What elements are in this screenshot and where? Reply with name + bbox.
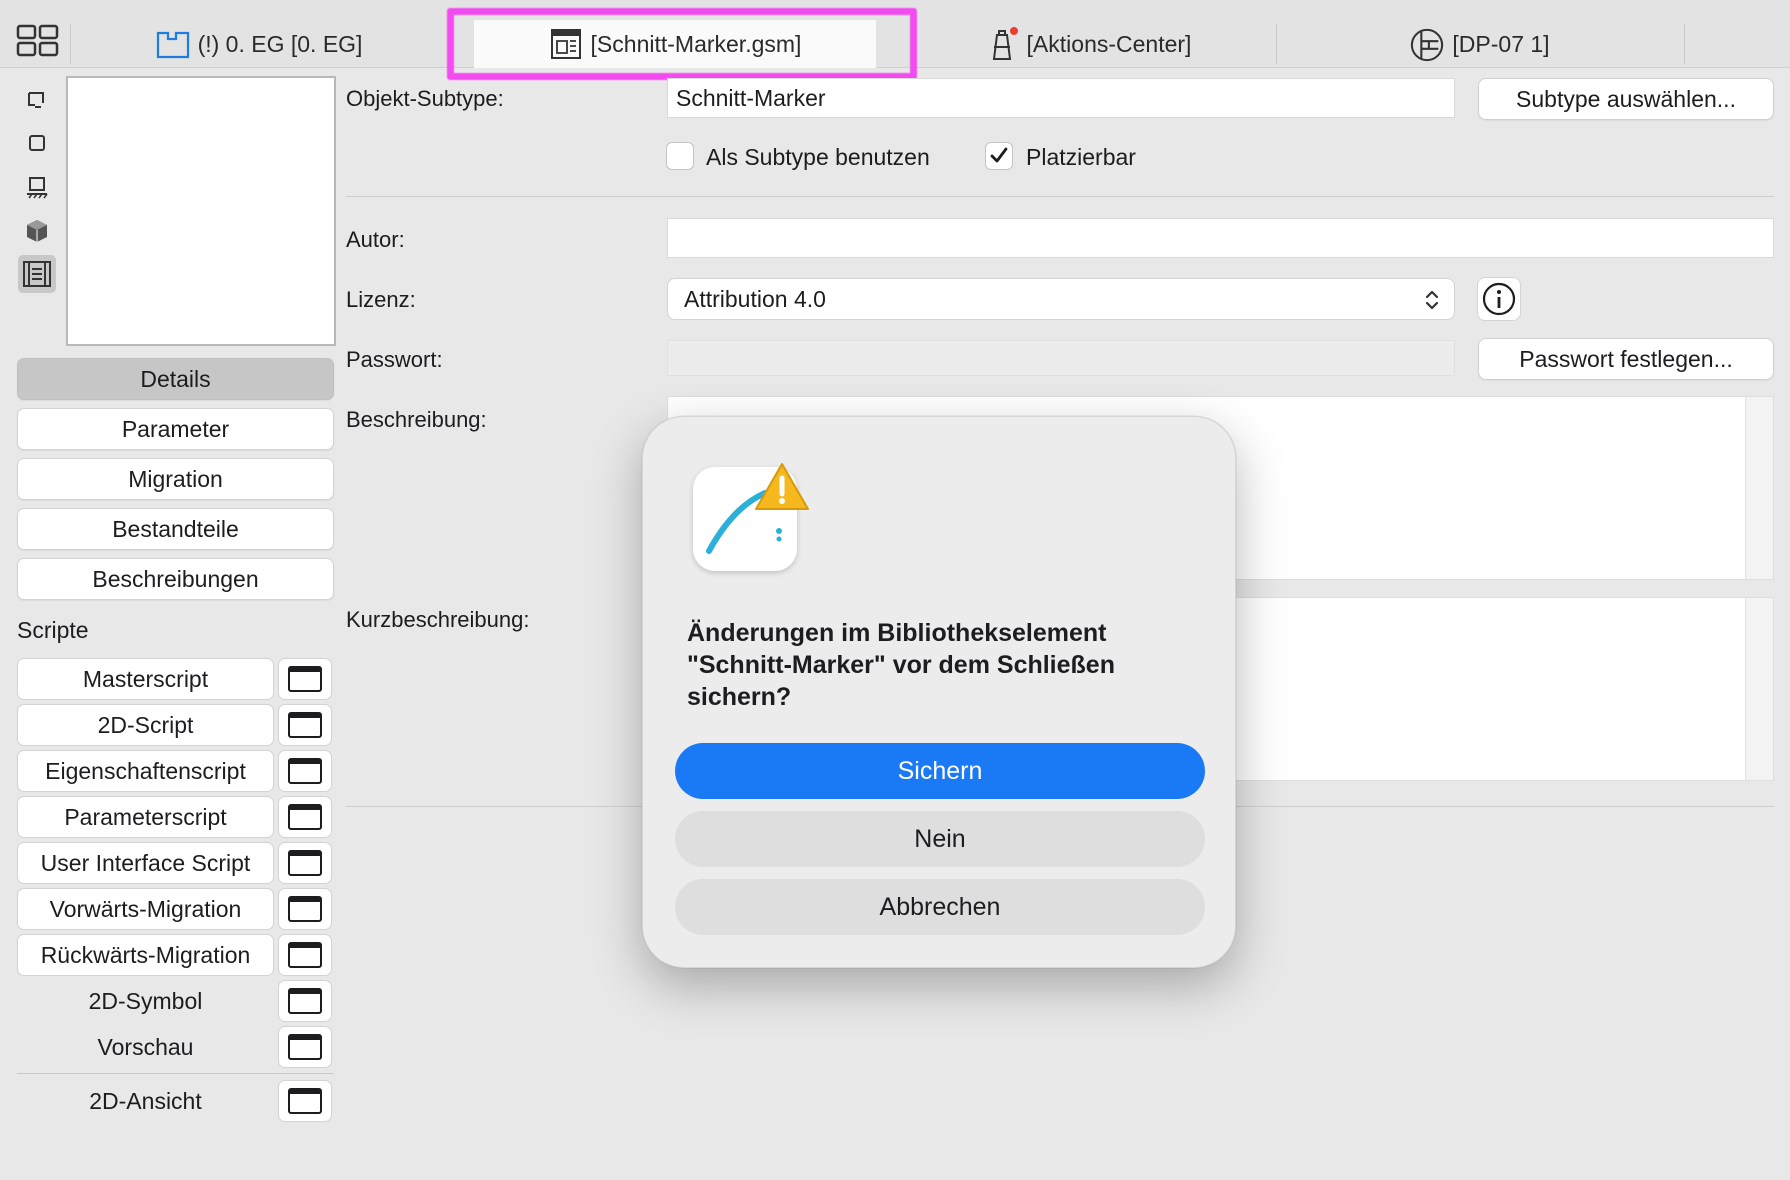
chevron-updown-icon (1425, 290, 1439, 310)
window-icon (288, 758, 322, 784)
window-icon (288, 988, 322, 1014)
open-window-button[interactable] (278, 796, 332, 838)
open-window-button[interactable] (278, 980, 332, 1022)
highlight-annotation (447, 8, 917, 80)
short-description-label: Kurzbeschreibung: (346, 607, 530, 632)
nav-migration[interactable]: Migration (17, 458, 334, 500)
tab-label: (!) 0. EG [0. EG] (197, 30, 363, 57)
placeable-checkbox[interactable] (985, 142, 1013, 170)
tab-label: [Aktions-Center] (1026, 30, 1192, 57)
save-changes-dialog: Änderungen im Bibliothekselement "Schnit… (642, 416, 1236, 968)
open-window-button[interactable] (278, 1080, 332, 1122)
open-window-button[interactable] (278, 1026, 332, 1068)
window-icon (288, 942, 322, 968)
scripts-label: Scripte (17, 617, 89, 643)
use-as-subtype-label: Als Subtype benutzen (706, 144, 930, 170)
select-subtype-button[interactable]: Subtype auswählen... (1478, 78, 1774, 120)
view-2d-icon[interactable] (22, 86, 52, 116)
license-label: Lizenz: (346, 287, 416, 312)
tab-separator (70, 24, 71, 64)
window-icon (288, 850, 322, 876)
detail-icon (1410, 27, 1444, 62)
divider (17, 1073, 334, 1074)
script-backward-migration[interactable]: Rückwärts-Migration (17, 934, 274, 976)
script-2d-symbol[interactable]: 2D-Symbol (17, 980, 274, 1022)
nav-bestandteile[interactable]: Bestandteile (17, 508, 334, 550)
window-icon (288, 712, 322, 738)
window-icon (288, 1034, 322, 1060)
set-password-button[interactable]: Passwort festlegen... (1478, 338, 1774, 380)
script-properties[interactable]: Eigenschaftenscript (17, 750, 274, 792)
tab-separator (1684, 24, 1685, 64)
script-2d[interactable]: 2D-Script (17, 704, 274, 746)
divider (346, 196, 1774, 197)
script-master[interactable]: Masterscript (17, 658, 274, 700)
object-preview (66, 76, 336, 346)
window-icon (288, 804, 322, 830)
script-forward-migration[interactable]: Vorwärts-Migration (17, 888, 274, 930)
cancel-button[interactable]: Abbrechen (675, 879, 1205, 935)
view-details-icon[interactable] (18, 255, 56, 293)
placeable-label: Platzierbar (1026, 144, 1136, 170)
subtype-label: Objekt-Subtype: (346, 86, 504, 111)
author-label: Autor: (346, 227, 405, 252)
open-window-button[interactable] (278, 842, 332, 884)
script-user-interface[interactable]: User Interface Script (17, 842, 274, 884)
script-2d-view[interactable]: 2D-Ansicht (17, 1080, 274, 1122)
dialog-message: Änderungen im Bibliothekselement "Schnit… (687, 619, 1115, 711)
open-window-button[interactable] (278, 704, 332, 746)
tab-separator (1276, 24, 1277, 64)
tab-action-center[interactable]: [Aktions-Center] (900, 20, 1276, 68)
script-parameter[interactable]: Parameterscript (17, 796, 274, 838)
view-plan-icon[interactable] (22, 128, 52, 158)
license-info-button[interactable] (1477, 277, 1521, 321)
scrollbar[interactable] (1745, 397, 1773, 579)
warning-icon (753, 461, 811, 518)
use-as-subtype-checkbox[interactable] (666, 142, 694, 170)
dont-save-button[interactable]: Nein (675, 811, 1205, 867)
author-field[interactable] (667, 218, 1774, 258)
tab-floor-plan[interactable]: (!) 0. EG [0. EG] (74, 20, 444, 68)
floor-plan-icon (156, 27, 190, 61)
grid-icon (16, 24, 59, 57)
nav-details[interactable]: Details (17, 358, 334, 400)
checkmark-icon (990, 147, 1008, 163)
save-button[interactable]: Sichern (675, 743, 1205, 799)
tab-detail[interactable]: [DP-07 1] (1278, 20, 1682, 68)
tab-overview-button[interactable] (16, 24, 60, 58)
nav-parameter[interactable]: Parameter (17, 408, 334, 450)
view-section-icon[interactable] (22, 172, 52, 202)
window-icon (288, 666, 322, 692)
license-value: Attribution 4.0 (684, 285, 826, 312)
scrollbar[interactable] (1745, 598, 1773, 780)
description-label: Beschreibung: (346, 407, 487, 432)
view-3d-icon[interactable] (22, 216, 52, 246)
script-preview[interactable]: Vorschau (17, 1026, 274, 1068)
password-field (667, 340, 1455, 376)
info-icon (1482, 282, 1516, 316)
tab-label: [DP-07 1] (1452, 30, 1550, 57)
password-label: Passwort: (346, 347, 443, 372)
nav-beschreibungen[interactable]: Beschreibungen (17, 558, 334, 600)
subtype-field[interactable]: Schnitt-Marker (667, 78, 1455, 118)
license-select[interactable]: Attribution 4.0 (667, 278, 1455, 320)
lighthouse-icon (985, 27, 1019, 61)
open-window-button[interactable] (278, 888, 332, 930)
open-window-button[interactable] (278, 658, 332, 700)
window-icon (288, 1088, 322, 1114)
open-window-button[interactable] (278, 934, 332, 976)
window-icon (288, 896, 322, 922)
open-window-button[interactable] (278, 750, 332, 792)
